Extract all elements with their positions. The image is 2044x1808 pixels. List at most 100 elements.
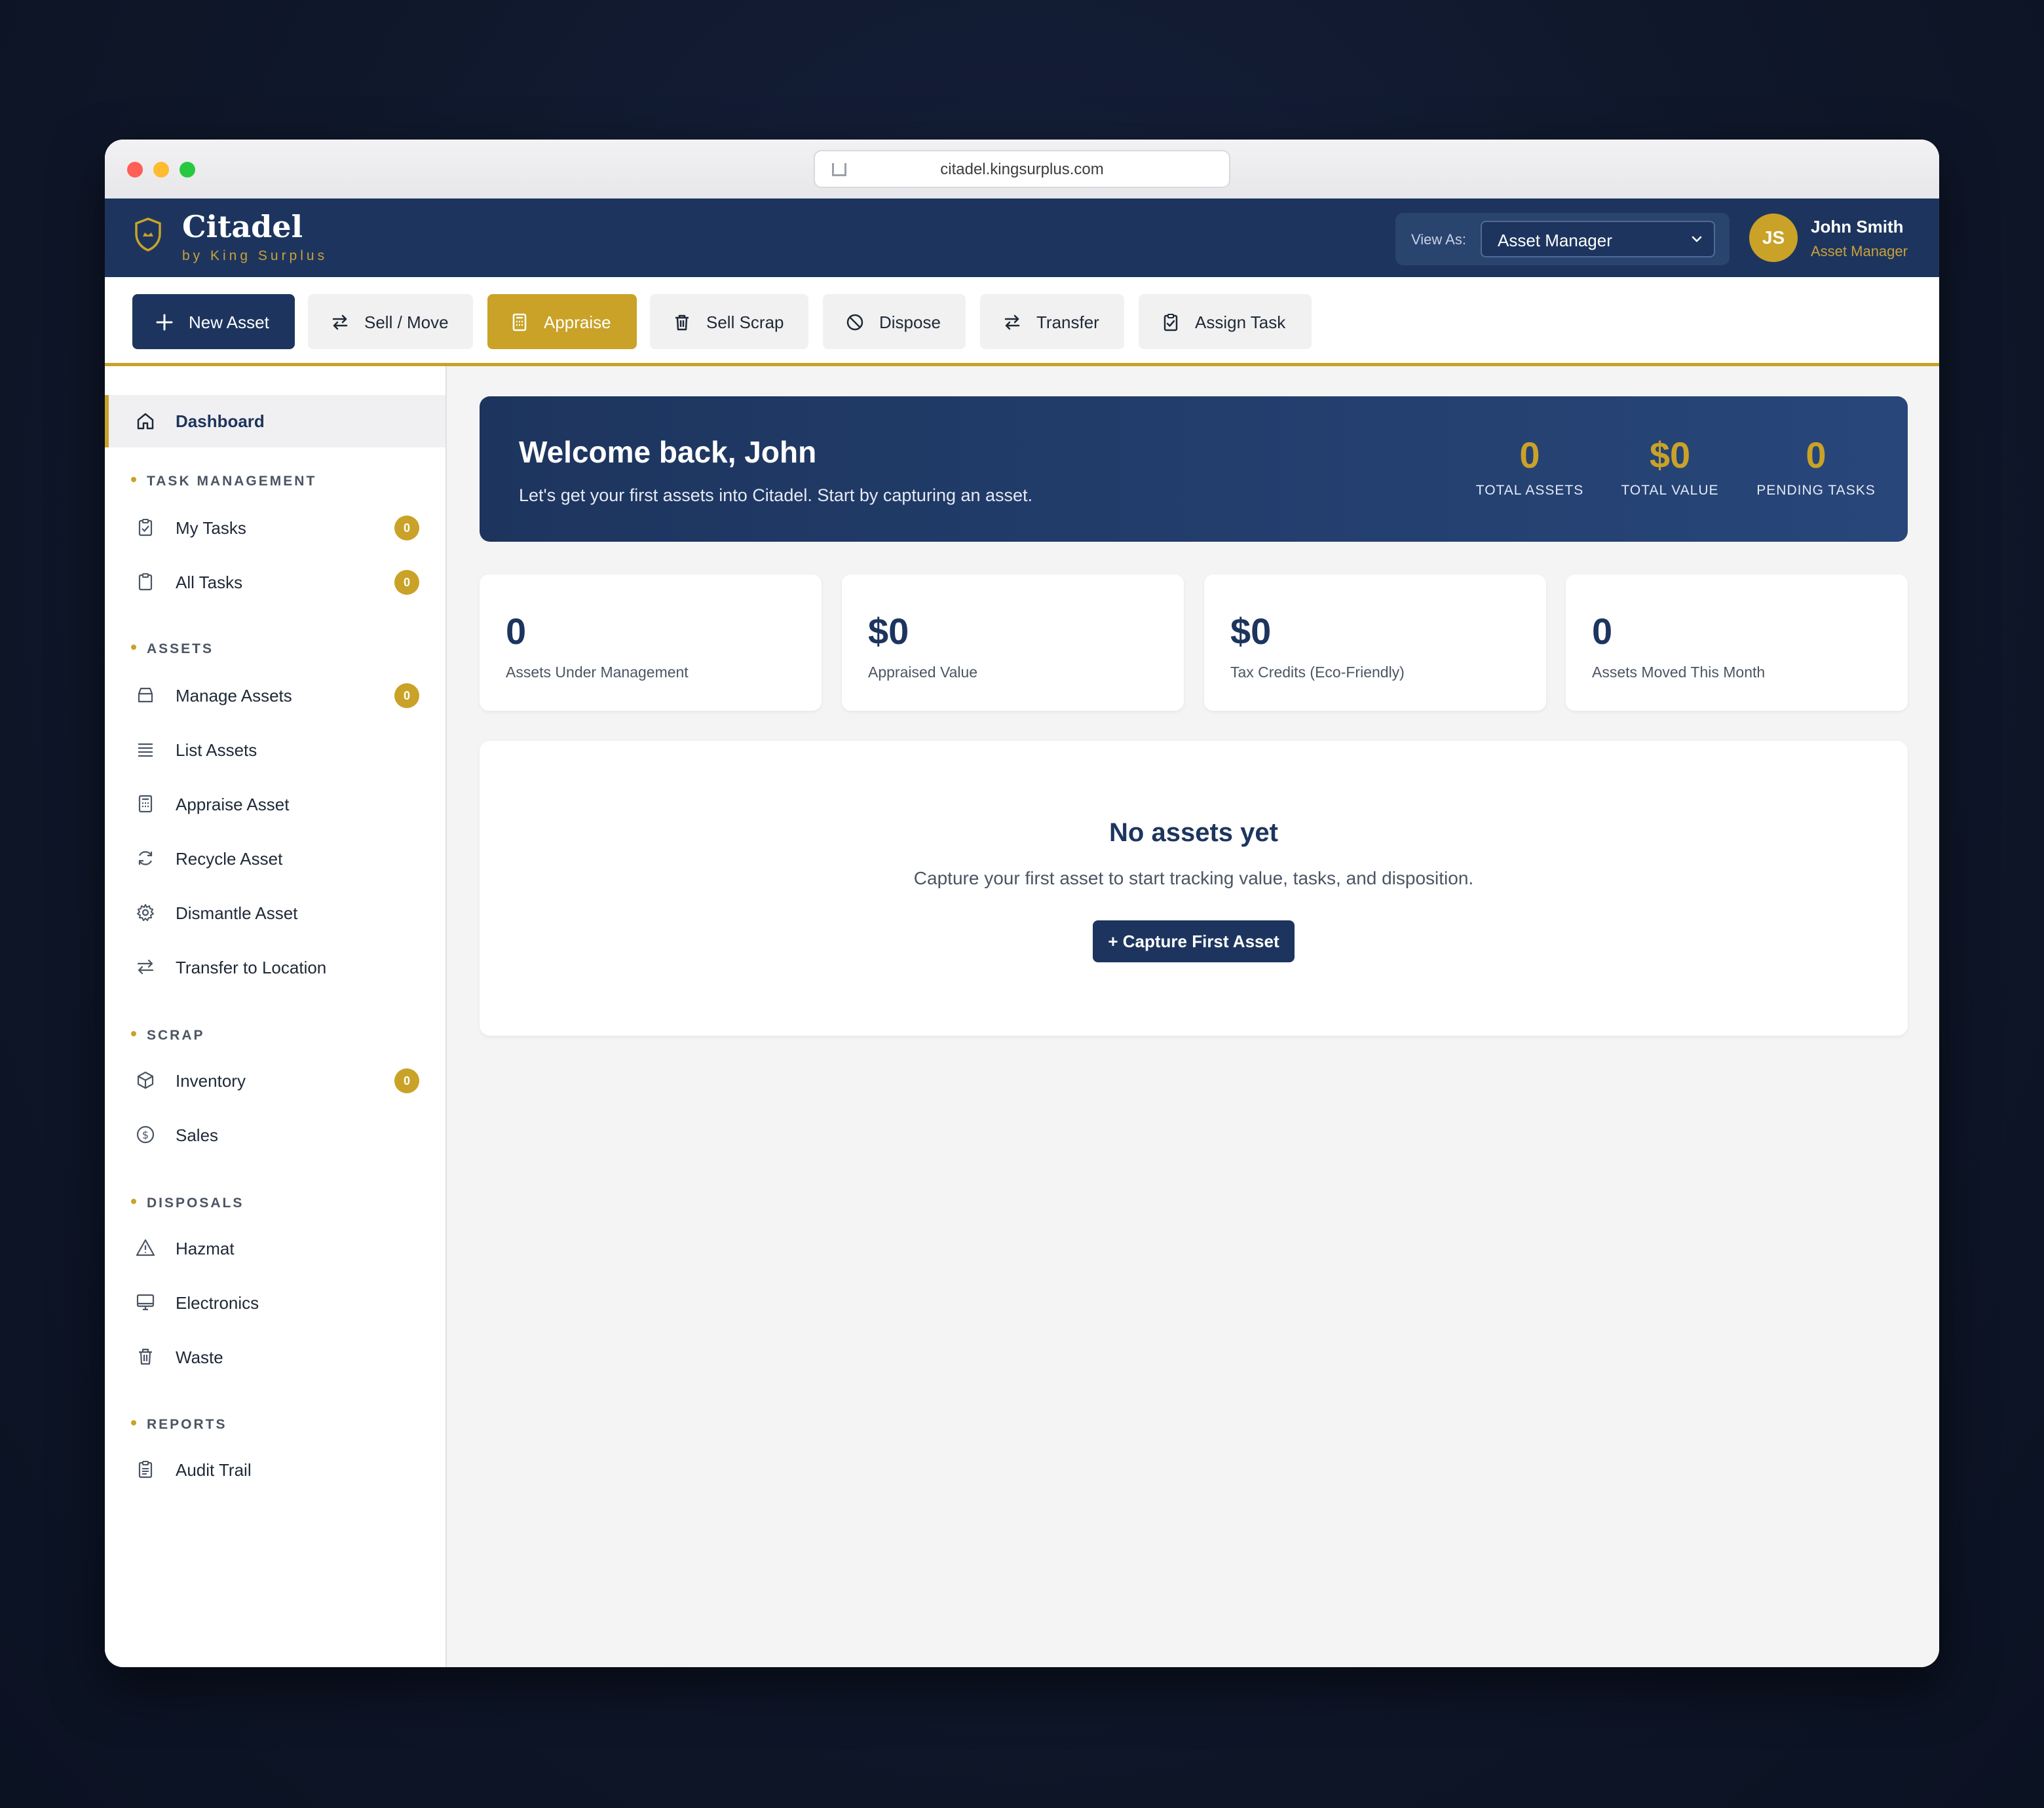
sidebar-item-dashboard[interactable]: Dashboard (105, 395, 445, 447)
sidebar-item-label: Sales (176, 1125, 219, 1145)
appraise-button[interactable]: Appraise (487, 294, 637, 349)
ban-icon (846, 314, 863, 331)
welcome-banner: Welcome back, John Let's get your first … (480, 396, 1908, 542)
sidebar: Dashboard TASK MANAGEMENT My Tasks 0 All… (105, 366, 447, 1667)
sidebar-item-label: Dashboard (176, 411, 265, 431)
address-bar[interactable]: citadel.kingsurplus.com (814, 150, 1230, 188)
browser-window: citadel.kingsurplus.com Citadel by King … (105, 140, 1939, 1667)
calculator-icon (138, 795, 153, 813)
transfer-arrows-icon (1004, 314, 1020, 330)
sidebar-item-label: Manage Assets (176, 686, 292, 706)
view-as-selected: Asset Manager (1498, 231, 1612, 250)
sidebar-item-all-tasks[interactable]: All Tasks 0 (105, 562, 445, 601)
count-badge: 0 (394, 683, 419, 708)
empty-state-title: No assets yet (1109, 818, 1278, 847)
capture-first-asset-button[interactable]: + Capture First Asset (1093, 920, 1295, 962)
stat-card-label: Assets Moved This Month (1592, 664, 1766, 681)
sidebar-item-transfer-location[interactable]: Transfer to Location (105, 947, 445, 987)
stat-card-value: 0 (506, 611, 527, 652)
sidebar-item-hazmat[interactable]: Hazmat (105, 1228, 445, 1268)
hero-stat-value: 0 (1519, 434, 1540, 476)
appraise-label: Appraise (544, 312, 611, 332)
sidebar-item-inventory[interactable]: Inventory 0 (105, 1061, 445, 1100)
sidebar-item-sales[interactable]: $ Sales (105, 1115, 445, 1154)
sidebar-item-label: Waste (176, 1347, 223, 1367)
chevron-down-icon (1692, 236, 1702, 242)
sidebar-item-list-assets[interactable]: List Assets (105, 730, 445, 769)
transfer-label: Transfer (1036, 312, 1099, 332)
count-badge: 0 (394, 570, 419, 595)
empty-state-subtitle: Capture your first asset to start tracki… (913, 868, 1474, 888)
sidebar-item-label: Recycle Asset (176, 849, 283, 869)
sidebar-item-audit-trail[interactable]: Audit Trail (105, 1450, 445, 1489)
sidebar-item-my-tasks[interactable]: My Tasks 0 (105, 508, 445, 547)
section-header-reports: REPORTS (131, 1417, 227, 1433)
sidebar-item-appraise-asset[interactable]: Appraise Asset (105, 784, 445, 823)
main-content: Welcome back, John Let's get your first … (447, 366, 1939, 1667)
svg-text:$: $ (142, 1129, 149, 1141)
sidebar-item-label: Audit Trail (176, 1460, 252, 1480)
sidebar-item-label: My Tasks (176, 518, 246, 538)
address-bar-url: citadel.kingsurplus.com (940, 160, 1104, 178)
warning-icon (136, 1239, 155, 1256)
sidebar-item-manage-assets[interactable]: Manage Assets 0 (105, 675, 445, 715)
sidebar-item-dismantle-asset[interactable]: Dismantle Asset (105, 893, 445, 932)
dollar-circle-icon: $ (136, 1125, 155, 1144)
trash-icon (139, 1348, 152, 1365)
sidebar-item-label: Hazmat (176, 1239, 235, 1258)
sell-move-button[interactable]: Sell / Move (308, 294, 473, 349)
user-name[interactable]: John Smith (1811, 217, 1904, 237)
maximize-window-button[interactable] (180, 162, 195, 178)
sidebar-item-label: Inventory (176, 1071, 246, 1091)
calculator-icon (512, 313, 527, 331)
clipboard-check-icon (1164, 314, 1178, 331)
assign-task-button[interactable]: Assign Task (1139, 294, 1312, 349)
browser-chrome: citadel.kingsurplus.com (105, 140, 1939, 199)
section-header-disposals: DISPOSALS (131, 1196, 244, 1211)
hero-stat-label: TOTAL ASSETS (1475, 483, 1584, 498)
sidebar-item-electronics[interactable]: Electronics (105, 1283, 445, 1322)
sidebar-item-label: Appraise Asset (176, 795, 290, 814)
sidebar-item-waste[interactable]: Waste (105, 1337, 445, 1376)
archive-icon (138, 687, 153, 703)
sell-scrap-button[interactable]: Sell Scrap (650, 294, 808, 349)
clipboard-check-icon (138, 519, 153, 537)
sidebar-item-recycle-asset[interactable]: Recycle Asset (105, 838, 445, 878)
hero-stat-total-value: $0 TOTAL VALUE (1616, 436, 1724, 499)
shield-logo-icon (135, 217, 161, 252)
new-asset-label: New Asset (189, 312, 269, 332)
hero-stat-label: PENDING TASKS (1756, 483, 1876, 498)
hero-stat-total-assets: 0 TOTAL ASSETS (1475, 436, 1584, 499)
stat-card-tax-credits: $0 Tax Credits (Eco-Friendly) (1204, 574, 1546, 711)
close-window-button[interactable] (127, 162, 143, 178)
sidebar-item-label: Electronics (176, 1293, 259, 1313)
dispose-label: Dispose (879, 312, 941, 332)
refresh-icon (138, 851, 153, 865)
new-asset-button[interactable]: New Asset (132, 294, 295, 349)
assign-task-label: Assign Task (1195, 312, 1286, 332)
sidebar-item-label: Transfer to Location (176, 958, 327, 977)
section-header-task-management: TASK MANAGEMENT (131, 474, 316, 489)
stat-card-label: Appraised Value (868, 664, 978, 681)
sidebar-item-label: All Tasks (176, 573, 243, 592)
swap-arrows-icon (332, 314, 348, 330)
sell-scrap-label: Sell Scrap (706, 312, 784, 332)
brand-tagline: by King Surplus (182, 248, 328, 263)
welcome-subtitle: Let's get your first assets into Citadel… (519, 485, 1033, 505)
monitor-icon (136, 1294, 155, 1311)
user-avatar[interactable]: JS (1749, 214, 1798, 262)
brand-name[interactable]: Citadel (182, 209, 303, 244)
count-badge: 0 (394, 516, 419, 540)
minimize-window-button[interactable] (153, 162, 169, 178)
hero-stat-pending-tasks: 0 PENDING TASKS (1751, 436, 1882, 499)
action-toolbar: New Asset Sell / Move Appraise Sell Scra… (105, 277, 1939, 366)
sidebar-item-label: List Assets (176, 740, 257, 760)
transfer-button[interactable]: Transfer (980, 294, 1124, 349)
sell-move-label: Sell / Move (364, 312, 449, 332)
trash-icon (675, 314, 689, 331)
stat-card-assets-moved: 0 Assets Moved This Month (1566, 574, 1908, 711)
view-as-select[interactable]: Asset Manager (1481, 221, 1715, 257)
section-header-assets: ASSETS (131, 641, 214, 657)
clipboard-icon (138, 573, 153, 591)
dispose-button[interactable]: Dispose (823, 294, 966, 349)
